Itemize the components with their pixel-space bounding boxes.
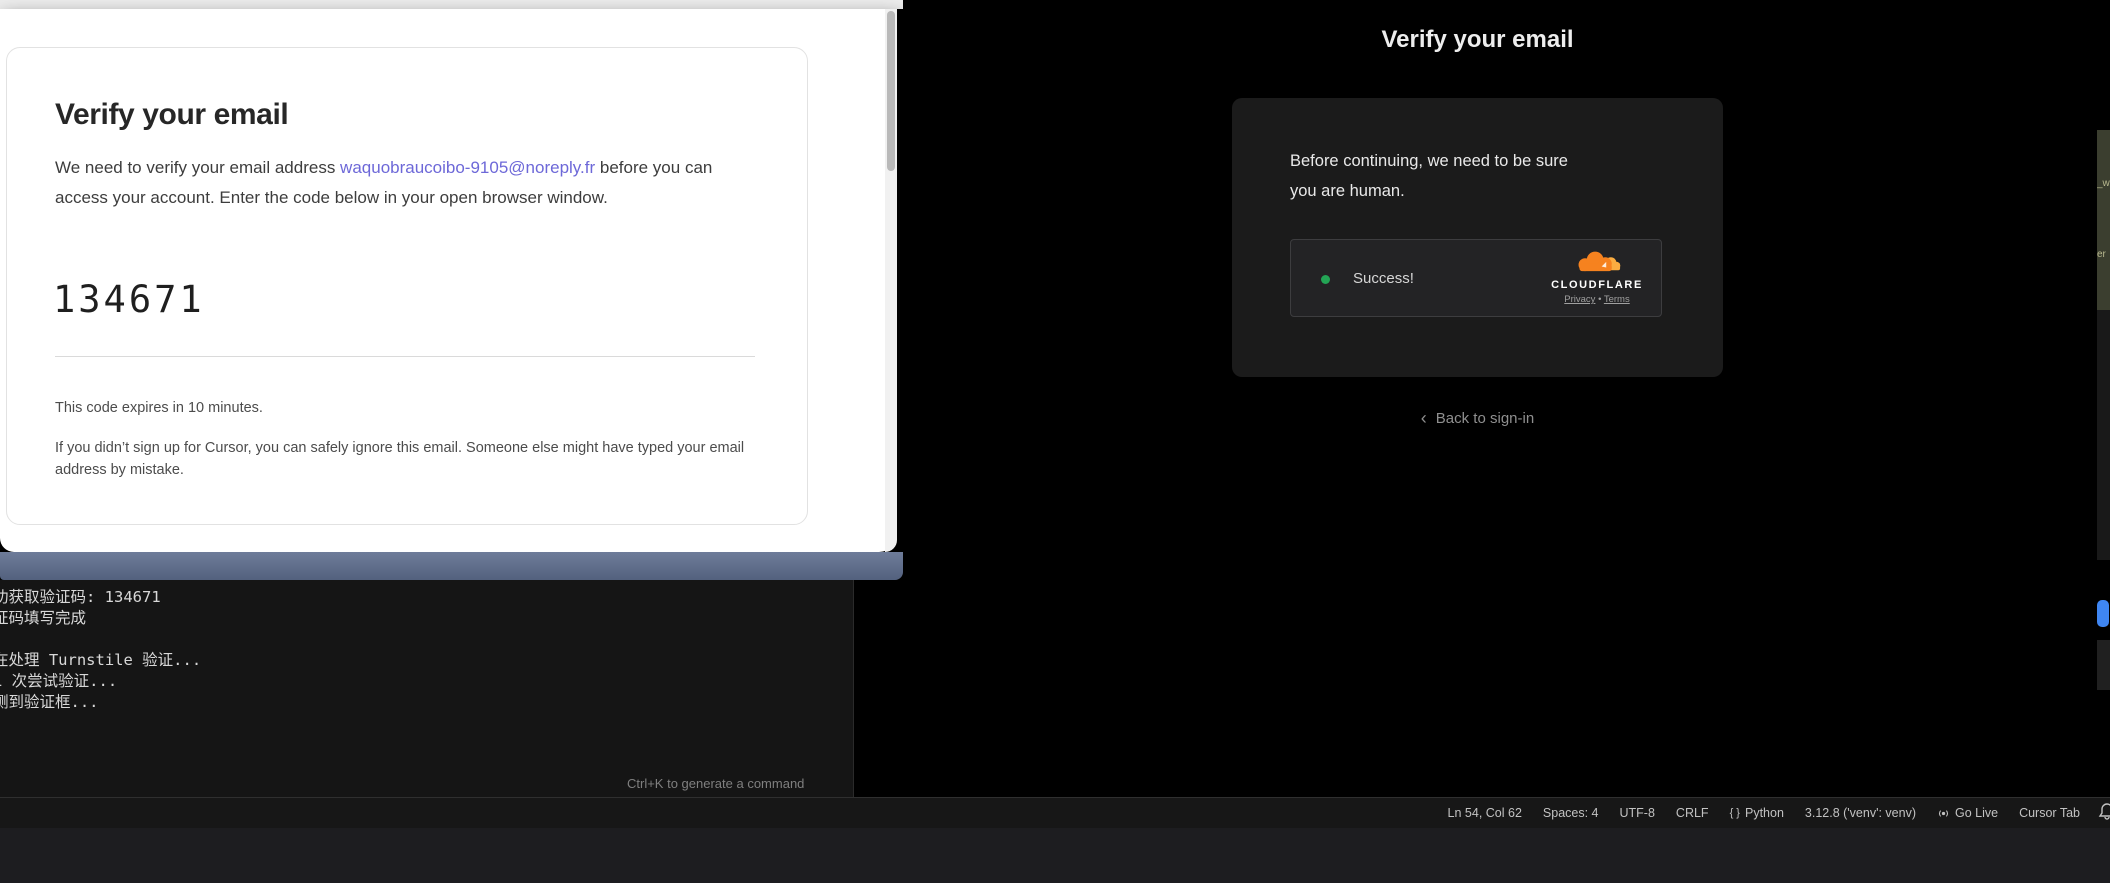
background-window-bar bbox=[0, 552, 903, 580]
cloudflare-turnstile-widget: Success! CLOUDFLARE Privacy • Terms bbox=[1290, 239, 1662, 317]
terminal-line: 测到验证框... bbox=[0, 690, 201, 711]
turnstile-status: Success! bbox=[1353, 270, 1414, 287]
turnstile-links: Privacy • Terms bbox=[1547, 294, 1647, 305]
verify-card: Before continuing, we need to be sure yo… bbox=[1232, 98, 1723, 377]
cloudflare-brand-block: CLOUDFLARE Privacy • Terms bbox=[1547, 249, 1647, 305]
window-top-strip bbox=[0, 0, 903, 9]
email-disclaimer: If you didn’t sign up for Cursor, you ca… bbox=[55, 438, 761, 481]
desktop: Verify your email We need to verify your… bbox=[0, 0, 2110, 883]
broadcast-icon bbox=[1937, 807, 1950, 820]
chevron-left-icon: ‹ bbox=[1421, 408, 1427, 428]
terminal-line: 1 次尝试验证... bbox=[0, 669, 201, 690]
verification-code: 134671 bbox=[53, 278, 205, 321]
scrollbar-thumb[interactable] bbox=[887, 11, 895, 171]
fragment-text: er bbox=[2097, 249, 2110, 260]
notifications-bell-icon[interactable] bbox=[2097, 802, 2110, 822]
email-intro-text: We need to verify your email address waq… bbox=[55, 153, 769, 213]
indentation-indicator[interactable]: Spaces: 4 bbox=[1543, 806, 1599, 820]
edge-window-fragment-blue bbox=[2097, 600, 2109, 627]
back-link-label: Back to sign-in bbox=[1436, 410, 1534, 427]
email-window: Verify your email We need to verify your… bbox=[0, 9, 897, 552]
email-message-card: Verify your email We need to verify your… bbox=[6, 47, 808, 525]
edge-window-fragment-olive: _w er bbox=[2097, 130, 2110, 310]
success-dot-icon bbox=[1321, 275, 1330, 284]
link-separator: • bbox=[1598, 294, 1601, 305]
cursor-position-indicator[interactable]: Ln 54, Col 62 bbox=[1448, 806, 1522, 820]
edge-window-fragment-dark bbox=[2097, 310, 2110, 560]
cloudflare-wordmark: CLOUDFLARE bbox=[1547, 279, 1647, 291]
back-to-signin-link[interactable]: ‹ Back to sign-in bbox=[1232, 408, 1723, 429]
prompt-line1: Before continuing, we need to be sure bbox=[1290, 146, 1635, 176]
language-label: Python bbox=[1745, 806, 1784, 820]
eol-indicator[interactable]: CRLF bbox=[1676, 806, 1709, 820]
taskbar: 中 S 1:43 PM 2/12/2025 z bbox=[0, 828, 2110, 883]
email-intro-before: We need to verify your email address bbox=[55, 158, 340, 177]
terminal-ctrlk-hint: Ctrl+K to generate a command bbox=[627, 776, 804, 791]
fragment-text: _w bbox=[2097, 178, 2110, 189]
terminal-line: 功获取验证码: 134671 bbox=[0, 585, 201, 606]
terminal-line bbox=[0, 627, 201, 648]
python-interpreter-indicator[interactable]: 3.12.8 ('venv': venv) bbox=[1805, 806, 1916, 820]
status-bar: Ln 54, Col 62 Spaces: 4 UTF-8 CRLF { } Py… bbox=[0, 797, 2110, 828]
edge-window-fragment-gray bbox=[2097, 640, 2110, 690]
email-window-scrollbar[interactable] bbox=[885, 9, 897, 552]
terminal-panel[interactable]: 功获取验证码: 134671 证码填写完成 在处理 Turnstile 验证..… bbox=[0, 580, 854, 797]
terms-link[interactable]: Terms bbox=[1604, 294, 1630, 305]
braces-icon: { } bbox=[1730, 807, 1740, 819]
email-expiry-note: This code expires in 10 minutes. bbox=[55, 400, 263, 416]
email-divider bbox=[55, 356, 755, 357]
encoding-indicator[interactable]: UTF-8 bbox=[1620, 806, 1655, 820]
verify-page-title: Verify your email bbox=[1232, 26, 1723, 54]
go-live-label: Go Live bbox=[1955, 806, 1998, 820]
terminal-line: 在处理 Turnstile 验证... bbox=[0, 648, 201, 669]
email-address-link[interactable]: waquobraucoibo-9105@noreply.fr bbox=[340, 158, 595, 177]
human-check-prompt: Before continuing, we need to be sure yo… bbox=[1290, 146, 1635, 206]
terminal-line: 证码填写完成 bbox=[0, 606, 201, 627]
email-title: Verify your email bbox=[55, 98, 288, 132]
terminal-output: 功获取验证码: 134671 证码填写完成 在处理 Turnstile 验证..… bbox=[0, 585, 201, 711]
cloudflare-cloud-icon bbox=[1572, 249, 1622, 273]
privacy-link[interactable]: Privacy bbox=[1564, 294, 1595, 305]
go-live-button[interactable]: Go Live bbox=[1937, 806, 1998, 820]
language-mode-indicator[interactable]: { } Python bbox=[1730, 806, 1784, 820]
cursor-tab-indicator[interactable]: Cursor Tab bbox=[2019, 806, 2080, 820]
prompt-line2: you are human. bbox=[1290, 176, 1635, 206]
